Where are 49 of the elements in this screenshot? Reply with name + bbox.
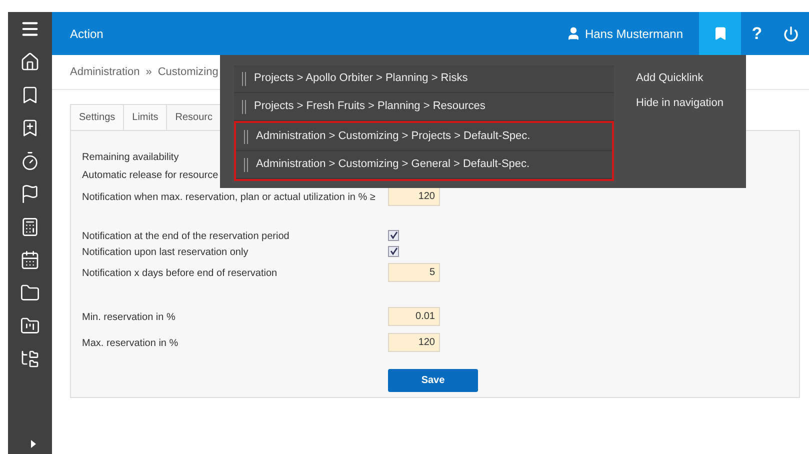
page-title: Action [70, 26, 104, 42]
flag-icon[interactable] [20, 184, 40, 204]
save-button[interactable]: Save [388, 369, 478, 392]
calculator-icon[interactable] [20, 216, 40, 236]
field-label: Notification at the end of the reservation period [82, 231, 290, 242]
breadcrumb-link[interactable]: Administration [70, 64, 140, 80]
checkbox[interactable] [388, 246, 399, 256]
number-field[interactable]: 0.01 [388, 306, 440, 326]
quicklink-item[interactable]: Projects > Apollo Orbiter > Planning > Risks [234, 65, 614, 93]
tab[interactable]: Settings [70, 104, 124, 130]
quicklink-path: Projects > Apollo Orbiter > Planning > Risks [254, 71, 468, 86]
field-label: Notification when max. reservation, plan or actual utilization in % ≥ [82, 192, 376, 203]
drag-handle-icon[interactable] [242, 100, 246, 114]
user-name[interactable]: Hans Mustermann [584, 24, 683, 42]
quicklink-path: Administration > Customizing > Projects > Default-Spec. [256, 129, 530, 144]
drag-handle-icon[interactable] [244, 158, 248, 172]
expand-arrow-icon[interactable] [30, 440, 36, 448]
tab[interactable]: Limits [123, 104, 166, 130]
folder-chart-icon[interactable] [20, 316, 40, 336]
quicklink-action[interactable]: Add Quicklink [636, 70, 724, 86]
quicklink-path: Projects > Fresh Fruits > Planning > Resources [254, 99, 486, 114]
folder-tree-icon[interactable] [20, 348, 40, 368]
power-icon [783, 26, 799, 42]
field-label: Notification x days before end of reservation [82, 268, 278, 279]
user-icon [566, 26, 581, 41]
number-field[interactable]: 5 [388, 262, 440, 282]
quicklink-item[interactable]: Administration > Customizing > Projects > Default-Spec. [236, 123, 612, 151]
folder-icon[interactable] [20, 282, 40, 302]
checkbox[interactable] [388, 230, 399, 240]
field-label: Automatic release for resource [82, 170, 218, 181]
breadcrumb-link[interactable]: Customizing [158, 64, 218, 80]
quicklink-item[interactable]: Administration > Customizing > General > Default-Spec. [236, 151, 612, 179]
calendar-icon[interactable] [20, 250, 40, 270]
field-label: Notification upon last reservation only [82, 247, 248, 258]
quicklink-action[interactable]: Hide in navigation [636, 94, 724, 111]
drag-handle-icon[interactable] [244, 130, 248, 144]
field-label: Min. reservation in % [82, 312, 176, 323]
help-button[interactable]: ? [741, 12, 773, 55]
field-label: Max. reservation in % [82, 338, 178, 349]
number-field[interactable]: 120 [388, 332, 440, 352]
home-icon[interactable] [20, 52, 40, 72]
breadcrumb-separator: » [146, 64, 152, 80]
bookmark-icon [712, 26, 728, 41]
bookmark-button[interactable] [699, 12, 741, 55]
quicklink-path: Administration > Customizing > General > Default-Spec. [256, 157, 530, 172]
stopwatch-icon[interactable] [20, 150, 40, 170]
field-label: Remaining availability [82, 152, 179, 163]
drag-handle-icon[interactable] [242, 72, 246, 86]
quicklink-item[interactable]: Projects > Fresh Fruits > Planning > Resources [234, 93, 614, 121]
